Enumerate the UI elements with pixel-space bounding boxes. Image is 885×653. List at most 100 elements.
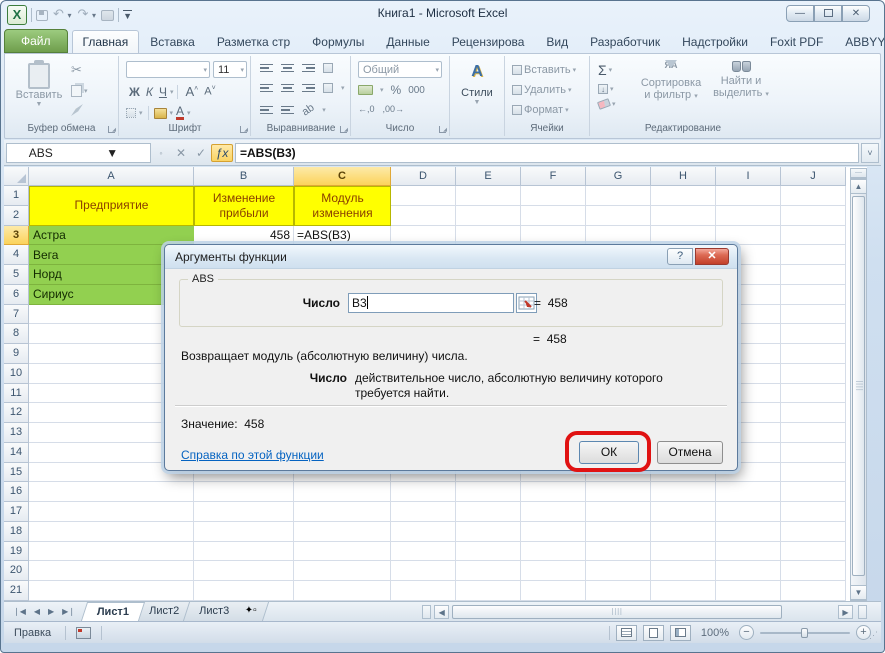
cancel-button[interactable]: Отмена <box>657 441 723 464</box>
tab-рецензирова[interactable]: Рецензирова <box>441 30 536 53</box>
merge-center-icon[interactable] <box>323 83 333 93</box>
row-header-18[interactable]: 18 <box>4 522 29 542</box>
orientation-icon[interactable]: ab <box>300 102 317 119</box>
sheet-tab-лист1[interactable]: Лист1 <box>81 602 145 621</box>
row-header-6[interactable]: 6 <box>4 285 29 305</box>
dialog-title-bar[interactable]: Аргументы функции ? ✕ <box>165 245 737 269</box>
column-header-E[interactable]: E <box>456 167 521 186</box>
cancel-entry-icon[interactable]: ✕ <box>171 146 191 160</box>
row-header-19[interactable]: 19 <box>4 542 29 562</box>
align-bottom-icon[interactable] <box>302 64 315 73</box>
row-header-3[interactable]: 3 <box>4 226 29 246</box>
align-top-icon[interactable] <box>260 64 273 73</box>
name-box-dropdown-icon[interactable]: ▼ <box>75 146 151 160</box>
grow-font-button[interactable]: А˄ <box>182 84 201 99</box>
row-header-21[interactable]: 21 <box>4 581 29 601</box>
dialog-help-button[interactable]: ? <box>667 248 693 265</box>
wrap-text-icon[interactable] <box>323 63 333 73</box>
tab-разметка-стр[interactable]: Разметка стр <box>206 30 301 53</box>
tab-главная[interactable]: Главная <box>72 30 140 53</box>
format-painter-icon[interactable] <box>71 104 83 116</box>
percent-icon[interactable]: % <box>391 83 402 97</box>
select-all-corner[interactable] <box>4 167 29 186</box>
tab-вид[interactable]: Вид <box>535 30 579 53</box>
thousands-icon[interactable]: 000 <box>408 85 425 96</box>
scroll-up-icon[interactable]: ▲ <box>850 179 867 194</box>
underline-button[interactable]: Ч <box>156 85 170 99</box>
zoom-out-icon[interactable]: − <box>739 625 754 640</box>
argument-input[interactable]: B3 <box>348 293 514 313</box>
expand-formula-bar-icon[interactable]: ˅ <box>861 143 879 163</box>
maximize-button[interactable] <box>814 5 842 22</box>
tab-разработчик[interactable]: Разработчик <box>579 30 671 53</box>
row-header-20[interactable]: 20 <box>4 561 29 581</box>
font-size-combobox[interactable]: 11▾ <box>213 61 247 78</box>
align-center-icon[interactable] <box>281 84 294 93</box>
confirm-entry-icon[interactable]: ✓ <box>191 146 211 160</box>
font-dialog-launcher-icon[interactable] <box>240 126 247 133</box>
vertical-scrollbar[interactable]: ▲ |||| ▼ <box>850 178 867 601</box>
italic-button[interactable]: К <box>143 85 156 99</box>
styles-button[interactable]: A Стили ▼ <box>454 62 500 130</box>
clear-icon[interactable]: ▾ <box>598 100 616 108</box>
zoom-slider[interactable] <box>760 632 850 634</box>
minimize-button[interactable]: — <box>786 5 814 22</box>
align-right-icon[interactable] <box>302 84 315 93</box>
normal-view-icon[interactable] <box>616 625 637 641</box>
row-header-9[interactable]: 9 <box>4 344 29 364</box>
horizontal-scroll-thumb[interactable]: |||| <box>452 605 782 619</box>
borders-icon[interactable] <box>126 108 136 118</box>
cut-icon[interactable]: ✂ <box>71 62 88 78</box>
align-middle-icon[interactable] <box>281 64 294 73</box>
tab-данные[interactable]: Данные <box>375 30 440 53</box>
column-header-C[interactable]: C <box>294 167 391 186</box>
first-sheet-icon[interactable]: ❘◀ <box>10 605 29 618</box>
sort-filter-button[interactable]: ЯА Сортировка и фильтр ▾ <box>634 60 708 128</box>
row-header-17[interactable]: 17 <box>4 502 29 522</box>
function-help-link[interactable]: Справка по этой функции <box>181 448 324 462</box>
zoom-level[interactable]: 100% <box>701 627 729 639</box>
row-header-16[interactable]: 16 <box>4 482 29 502</box>
cell-C3[interactable]: =ABS(B3) <box>294 226 391 246</box>
row-header-10[interactable]: 10 <box>4 364 29 384</box>
insert-cells-button[interactable]: Вставить▾ <box>512 64 576 76</box>
dialog-close-button[interactable]: ✕ <box>695 248 729 265</box>
clipboard-dialog-launcher-icon[interactable] <box>108 126 115 133</box>
row-header-15[interactable]: 15 <box>4 463 29 483</box>
tab-file[interactable]: Файл <box>4 29 68 53</box>
insert-function-icon[interactable]: ƒx <box>211 144 233 162</box>
format-cells-button[interactable]: Формат▾ <box>512 104 576 116</box>
resize-grip-icon[interactable]: ⋰ <box>869 630 879 641</box>
tab-abbyy-pdf-tr[interactable]: ABBYY PDF Tr <box>834 30 885 53</box>
column-header-J[interactable]: J <box>781 167 846 186</box>
row-header-2[interactable]: 2 <box>4 206 29 226</box>
vertical-scroll-thumb[interactable]: |||| <box>852 196 865 576</box>
tab-формулы[interactable]: Формулы <box>301 30 375 53</box>
name-box[interactable]: ABS ▼ <box>6 143 151 163</box>
tab-вставка[interactable]: Вставка <box>139 30 206 53</box>
row-header-13[interactable]: 13 <box>4 423 29 443</box>
decrease-indent-icon[interactable] <box>260 106 273 115</box>
column-header-I[interactable]: I <box>716 167 781 186</box>
row-header-14[interactable]: 14 <box>4 443 29 463</box>
paste-button[interactable]: Вставить▼ <box>13 60 65 122</box>
cell-A1-A2[interactable]: Предприятие <box>29 186 194 226</box>
scroll-down-icon[interactable]: ▼ <box>850 585 867 600</box>
cell-B3[interactable]: 458 <box>194 226 294 246</box>
cell-C1-C2[interactable]: Модуль изменения <box>294 186 391 226</box>
fill-color-icon[interactable] <box>154 108 167 119</box>
tab-foxit-pdf[interactable]: Foxit PDF <box>759 30 834 53</box>
tab-надстройки[interactable]: Надстройки <box>671 30 759 53</box>
column-header-B[interactable]: B <box>194 167 294 186</box>
column-header-G[interactable]: G <box>586 167 651 186</box>
column-header-H[interactable]: H <box>651 167 716 186</box>
row-header-1[interactable]: 1 <box>4 186 29 206</box>
scroll-left-icon[interactable]: ◀ <box>434 605 449 619</box>
formula-input[interactable]: =ABS(B3) <box>235 143 859 163</box>
last-sheet-icon[interactable]: ▶❘ <box>59 605 78 618</box>
row-header-5[interactable]: 5 <box>4 265 29 285</box>
row-header-11[interactable]: 11 <box>4 384 29 404</box>
row-header-12[interactable]: 12 <box>4 403 29 423</box>
row-header-8[interactable]: 8 <box>4 324 29 344</box>
column-header-F[interactable]: F <box>521 167 586 186</box>
